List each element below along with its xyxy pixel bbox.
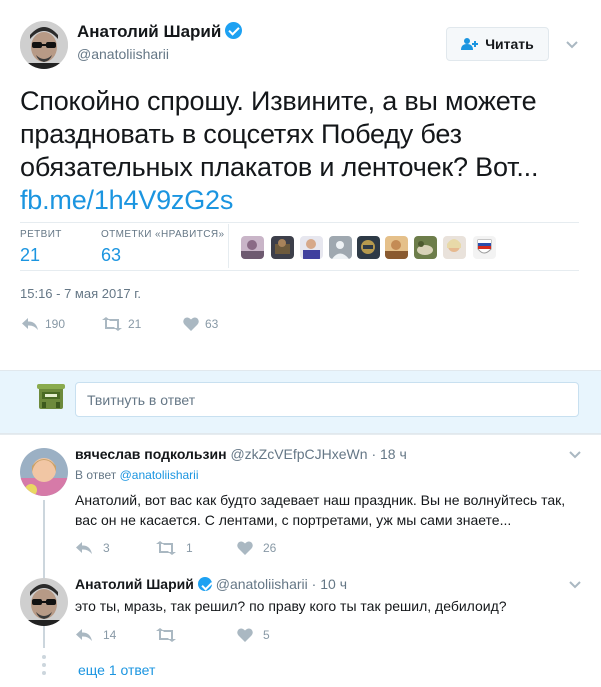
verified-badge-icon [197,577,212,591]
follow-person-icon [461,38,479,50]
reply-to-prefix: В ответ [75,468,117,482]
verified-badge-icon [225,22,243,39]
reply-icon [76,542,92,554]
divider-bottom [20,270,579,271]
reply-text: Анатолий, вот вас как будто задевает наш… [75,492,566,528]
reply-count: 190 [45,317,66,331]
retweet-icon [156,541,176,555]
thread-dot [42,671,46,675]
follow-button-label: Читать [485,36,534,52]
reply-avatar[interactable] [20,578,68,626]
reply-retweet-button[interactable] [156,628,186,642]
liker-avatar[interactable] [329,236,352,259]
reply-retweet-count: 1 [186,541,193,555]
reply-reply-button[interactable]: 3 [75,541,110,555]
tweet-body: Спокойно спрошу. Извините, а вы можете п… [20,86,539,182]
my-avatar [36,381,66,411]
retweet-icon [102,317,122,331]
retweet-button[interactable]: 21 [102,317,141,331]
more-replies-link[interactable]: еще 1 ответ [78,662,155,678]
reply-icon [22,318,38,330]
tweet-link[interactable]: fb.me/1h4V9zG2s [20,185,233,215]
more-options-chevron-down-icon[interactable] [566,38,578,50]
reply-divider [0,434,601,435]
reply-author[interactable]: Анатолий Шарий @anatoliisharii · 10 ч [75,576,347,592]
retweet-stat-count: 21 [20,245,41,265]
reply-retweet-button[interactable]: 1 [156,541,193,555]
reply-time[interactable]: 18 ч [380,446,407,462]
reply-author-name[interactable]: вячеслав подкользин [75,446,227,462]
reply-author[interactable]: вячеслав подкользин @zkZcVEfpCJHxeWn · 1… [75,446,407,462]
heart-icon [237,628,253,642]
stats-separator [228,224,229,268]
reply-text: это ты, мразь, так решил? по праву кого … [75,598,507,614]
reply-avatar[interactable] [20,448,68,496]
retweet-count: 21 [128,317,142,331]
liker-avatar[interactable] [443,236,466,259]
likes-stat-count: 63 [101,245,122,265]
heart-icon [237,541,253,555]
reply-options-chevron-down-icon[interactable] [569,448,581,460]
liker-avatar[interactable] [385,236,408,259]
liker-avatar[interactable] [414,236,437,259]
retweet-stat[interactable]: РЕТВИТ 21 [20,229,62,266]
reply-time[interactable]: 10 ч [320,576,347,592]
reply-dot: · [371,446,377,462]
reply-context: В ответ @anatoliisharii [75,468,199,482]
divider-top [20,222,579,223]
like-count: 63 [205,317,219,331]
reply-reply-count: 14 [103,628,117,642]
liker-avatar[interactable] [300,236,323,259]
author-name[interactable]: Анатолий Шарий [77,22,243,42]
reply-like-count: 5 [263,628,270,642]
reply-like-count: 26 [263,541,277,555]
reply-reply-count: 3 [103,541,110,555]
likes-stat[interactable]: ОТМЕТКИ «НРАВИТСЯ» 63 [101,229,224,266]
follow-button[interactable]: Читать [446,27,549,61]
reply-like-button[interactable]: 26 [237,541,276,555]
reply-author-handle[interactable]: @zkZcVEfpCJHxeWn [230,446,367,462]
reply-dot: · [311,576,317,592]
reply-author-handle[interactable]: @anatoliisharii [216,576,308,592]
reply-to-handle[interactable]: @anatoliisharii [120,468,199,482]
thread-dot [42,655,46,659]
author-avatar[interactable] [20,21,68,69]
liker-avatar[interactable] [357,236,380,259]
reply-button[interactable]: 190 [21,317,65,331]
author-name-text[interactable]: Анатолий Шарий [77,22,221,41]
thread-dot [42,663,46,667]
liker-avatar[interactable] [271,236,294,259]
likes-stat-label: ОТМЕТКИ «НРАВИТСЯ» [101,229,225,240]
reply-icon [76,629,92,641]
reply-like-button[interactable]: 5 [237,628,270,642]
liker-avatar[interactable] [473,236,496,259]
retweet-icon [156,628,176,642]
reply-input[interactable]: Твитнуть в ответ [75,382,579,417]
reply-options-chevron-down-icon[interactable] [569,578,581,590]
heart-icon [183,317,199,331]
tweet-text: Спокойно спрошу. Извините, а вы можете п… [20,85,580,217]
author-handle[interactable]: @anatoliisharii [77,46,169,62]
liker-avatar[interactable] [241,236,264,259]
reply-reply-button[interactable]: 14 [75,628,116,642]
tweet-timestamp[interactable]: 15:16 - 7 мая 2017 г. [20,286,141,301]
retweet-stat-label: РЕТВИТ [20,229,62,240]
reply-author-name[interactable]: Анатолий Шарий [75,576,194,592]
like-button[interactable]: 63 [183,317,218,331]
